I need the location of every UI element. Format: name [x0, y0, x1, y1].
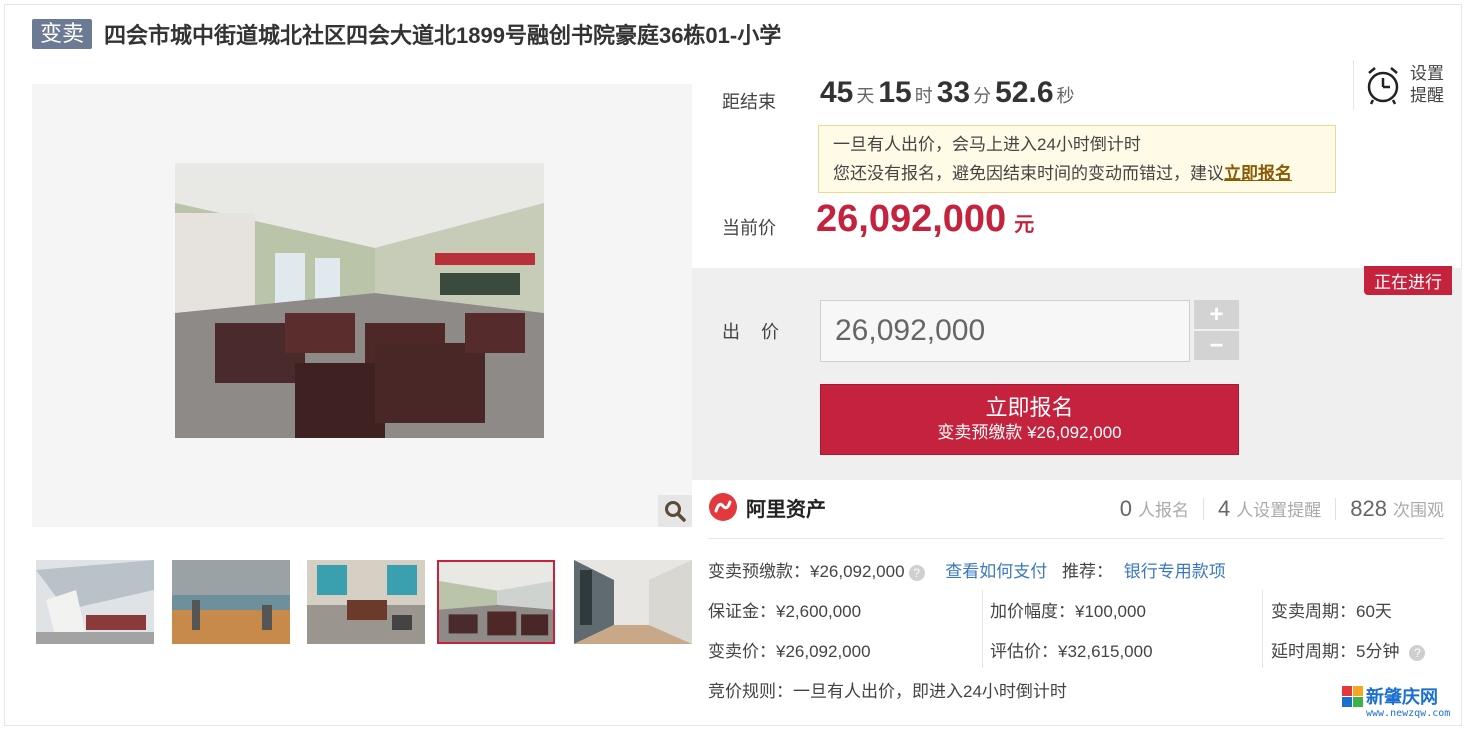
deposit-prepay-value: ¥26,092,000	[810, 562, 905, 581]
increase-bid-button[interactable]: +	[1194, 300, 1239, 329]
countdown-minutes-unit: 分	[973, 86, 992, 106]
magnifier-icon	[665, 501, 686, 522]
notice-line-1: 一旦有人出价，会马上进入24小时倒计时	[833, 135, 1141, 154]
countdown-seconds: 52.6	[995, 76, 1054, 109]
notice-line-2: 您还没有报名，避免因结束时间的变动而错过，建议立即报名	[833, 164, 1292, 183]
delay-period-info: 延时周期：5分钟	[1271, 642, 1400, 661]
signup-label: 人报名	[1138, 501, 1190, 520]
stats-divider	[1335, 498, 1337, 520]
ali-asset-logo-icon	[709, 493, 737, 521]
bid-label: 出 价	[722, 322, 788, 342]
countdown-days-unit: 天	[856, 86, 875, 106]
thumbnail-image	[439, 562, 553, 642]
set-reminder-label: 设置 提醒	[1410, 64, 1444, 105]
countdown-days: 45	[820, 76, 854, 109]
thumbnail-5[interactable]	[574, 560, 692, 644]
current-price-unit: 元	[1014, 214, 1035, 236]
thumbnail-1[interactable]	[36, 560, 154, 644]
view-label: 次围观	[1393, 501, 1444, 520]
alarm-clock-icon	[1367, 67, 1399, 105]
help-icon[interactable]: ?	[908, 564, 925, 581]
countdown-seconds-unit: 秒	[1056, 86, 1075, 106]
countdown-minutes: 33	[936, 76, 971, 109]
reminder-count: 4	[1218, 496, 1231, 521]
reminder-label: 人设置提醒	[1236, 501, 1322, 520]
countdown-hours: 15	[878, 76, 912, 109]
zoom-button[interactable]	[658, 495, 692, 527]
sale-type-badge: 变卖	[32, 19, 93, 49]
signup-count: 0	[1119, 496, 1133, 521]
decrease-bid-button[interactable]: −	[1194, 331, 1239, 360]
stats-divider	[1203, 498, 1205, 520]
status-badge: 正在进行	[1364, 266, 1452, 295]
countdown-timer: 45 天 15 时 33 分 52.6 秒	[820, 76, 1079, 110]
margin-info: 保证金：¥2,600,000	[708, 602, 862, 621]
watermark-url: www.newzqw.com	[1366, 708, 1451, 719]
thumbnail-image	[36, 560, 154, 644]
column-divider	[1262, 590, 1263, 668]
bid-panel: 正在进行 出 价 + − 立即报名 变卖预缴款 ¥26,092,000	[692, 266, 1462, 480]
thumbnail-image	[172, 560, 290, 644]
countdown-label: 距结束	[722, 92, 776, 112]
how-to-pay-link[interactable]: 查看如何支付	[945, 562, 1047, 581]
site-watermark: 新肇庆网	[1342, 686, 1438, 708]
thumbnail-4-active[interactable]	[437, 560, 555, 644]
register-now-button[interactable]: 立即报名 变卖预缴款 ¥26,092,000	[820, 384, 1239, 455]
thumbnail-strip	[32, 558, 692, 644]
current-price-value: 26,092,000	[816, 198, 1007, 240]
thumbnail-image	[574, 560, 692, 644]
recommend-label: 推荐：	[1062, 562, 1114, 581]
increment-info: 加价幅度：¥100,000	[990, 602, 1146, 621]
register-button-label: 立即报名	[985, 395, 1074, 420]
sale-price-info: 变卖价：¥26,092,000	[708, 642, 871, 661]
current-price: 26,092,000 元	[816, 198, 1034, 241]
set-reminder-button[interactable]: 设置 提醒	[1353, 60, 1453, 110]
title-row: 变卖 四会市城中街道城北社区四会大道北1899号融创书院豪庭36栋01-小学	[32, 17, 781, 51]
countdown-hours-unit: 时	[914, 86, 933, 106]
deposit-prepay-row: 变卖预缴款：¥26,092,000? 查看如何支付 推荐： 银行专用款项	[708, 562, 1226, 581]
delay-period-row: 延时周期：5分钟?	[1271, 637, 1426, 662]
view-count: 828	[1350, 496, 1387, 521]
brand-name: 阿里资产	[746, 498, 826, 521]
thumbnail-image	[307, 560, 425, 644]
bank-payment-link[interactable]: 银行专用款项	[1124, 562, 1226, 581]
current-price-label: 当前价	[722, 218, 776, 238]
appraisal-info: 评估价：¥32,615,000	[990, 642, 1153, 661]
main-photo[interactable]	[175, 163, 544, 438]
page-title: 四会市城中街道城北社区四会大道北1899号融创书院豪庭36栋01-小学	[104, 23, 782, 48]
help-icon[interactable]: ?	[1409, 644, 1426, 661]
main-photo-area	[32, 84, 692, 527]
bid-amount-input[interactable]	[820, 300, 1190, 362]
auction-stats: 0 人报名 4 人设置提醒 828 次围观	[1120, 496, 1444, 522]
bid-notice: 一旦有人出价，会马上进入24小时倒计时 您还没有报名，避免因结束时间的变动而错过…	[818, 125, 1336, 193]
column-divider	[982, 590, 983, 668]
watermark-logo-icon	[1342, 686, 1363, 707]
thumbnail-3[interactable]	[307, 560, 425, 644]
watermark-text: 新肇庆网	[1366, 687, 1438, 707]
details-divider	[708, 538, 1444, 539]
bid-rule-info: 竞价规则：一旦有人出价，即进入24小时倒计时	[708, 682, 1067, 701]
sale-period-info: 变卖周期：60天	[1271, 602, 1392, 621]
register-button-deposit: 变卖预缴款 ¥26,092,000	[937, 423, 1122, 442]
ali-asset-brand[interactable]: 阿里资产	[708, 492, 826, 522]
thumbnail-2[interactable]	[172, 560, 290, 644]
notice-register-link[interactable]: 立即报名	[1224, 164, 1292, 183]
